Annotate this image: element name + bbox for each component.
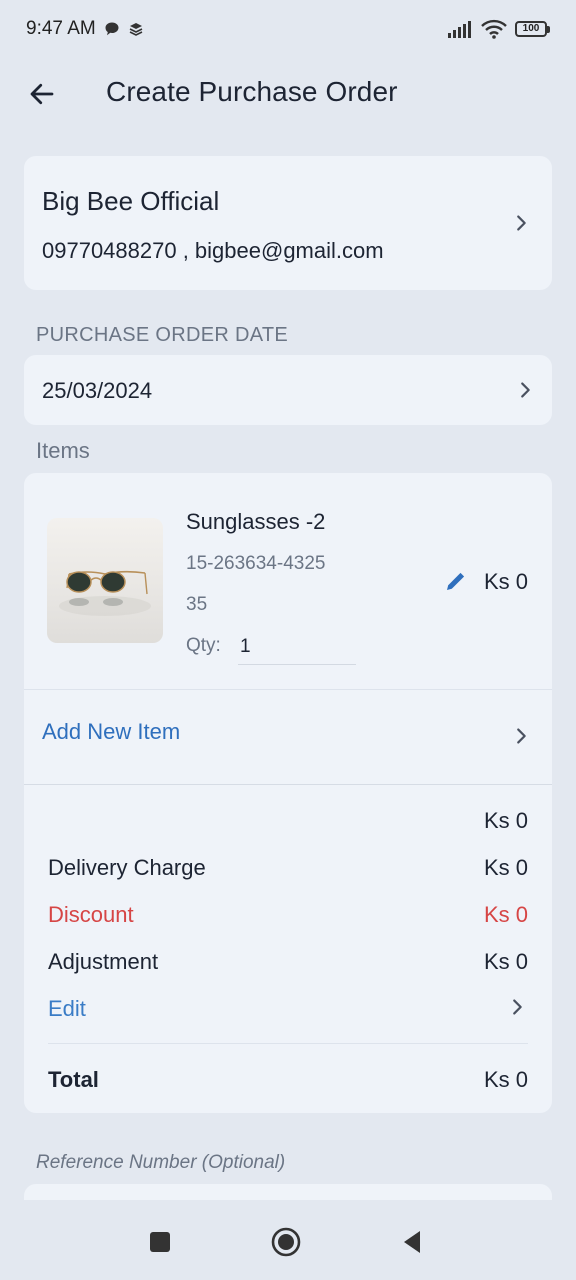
battery-level: 100 [515, 21, 547, 37]
discount-label: Discount [48, 902, 134, 927]
vendor-contact: 09770488270 , bigbee@gmail.com [42, 238, 384, 263]
wifi-icon [481, 19, 507, 39]
battery-icon: 100 [515, 21, 550, 37]
page-title: Create Purchase Order [106, 76, 398, 107]
vendor-name: Big Bee Official [42, 186, 220, 216]
item-name: Sunglasses -2 [186, 509, 326, 534]
discount-row: Discount Ks 0 [48, 902, 528, 932]
delivery-charge-label: Delivery Charge [48, 855, 206, 880]
order-date-value: 25/03/2024 [42, 378, 153, 403]
edit-label: Edit [48, 996, 86, 1021]
adjustment-value: Ks 0 [483, 949, 528, 974]
add-new-item-button[interactable]: Add New Item [24, 689, 552, 785]
order-date-field[interactable]: 25/03/2024 [24, 355, 552, 425]
divider [48, 1043, 528, 1044]
qty-input[interactable] [238, 629, 356, 665]
add-new-item-label: Add New Item [42, 719, 181, 744]
delivery-charge-value: Ks 0 [483, 855, 528, 880]
subtotal-row: Ks 0 [48, 808, 528, 838]
home-button[interactable] [270, 1226, 302, 1258]
divider [24, 784, 552, 785]
qty-label: Qty: [186, 635, 221, 656]
vendor-card[interactable]: Big Bee Official 09770488270 , bigbee@gm… [24, 156, 552, 290]
app-bar: Create Purchase Order [0, 62, 576, 124]
items-card: Sunglasses -2 15-263634-4325 35 Qty: Ks … [24, 473, 552, 1113]
chevron-right-icon [517, 215, 526, 231]
delivery-charge-row: Delivery Charge Ks 0 [48, 855, 528, 885]
chevron-right-icon [513, 999, 522, 1015]
back-nav-button[interactable] [396, 1226, 428, 1258]
circle-icon [271, 1227, 301, 1257]
back-button[interactable] [24, 76, 60, 112]
item-sku: 15-263634-4325 [186, 553, 326, 574]
item-price: Ks 0 [483, 569, 528, 594]
stack-icon [129, 23, 143, 36]
adjustment-row: Adjustment Ks 0 [48, 949, 528, 979]
adjustment-label: Adjustment [48, 949, 159, 974]
total-value: Ks 0 [483, 1067, 528, 1092]
pencil-edit-icon[interactable] [444, 569, 468, 593]
system-nav-bar [0, 1200, 576, 1280]
discount-value: Ks 0 [483, 902, 528, 927]
order-date-label: PURCHASE ORDER DATE [36, 324, 289, 346]
status-time: 9:47 AM [26, 18, 96, 39]
signal-icon [448, 21, 471, 38]
arrow-left-icon [30, 83, 54, 105]
chevron-right-icon [517, 728, 526, 744]
items-label: Items [36, 438, 90, 463]
status-left: 9:47 AM [26, 18, 144, 40]
total-label: Total [48, 1067, 99, 1092]
chat-bubble-icon [105, 22, 119, 36]
item-code: 35 [186, 594, 208, 615]
edit-charges-button[interactable]: Edit [48, 996, 528, 1026]
total-row: Total Ks 0 [48, 1067, 528, 1097]
sunglasses-image [59, 570, 151, 616]
reference-number-label: Reference Number (Optional) [36, 1152, 286, 1173]
recent-apps-button[interactable] [144, 1226, 176, 1258]
battery-tip [547, 25, 550, 33]
square-icon [150, 1232, 170, 1252]
status-right: 100 [447, 19, 550, 39]
status-bar: 9:47 AM 100 [0, 0, 576, 58]
triangle-back-icon [404, 1231, 420, 1253]
sunglasses-product-image [47, 518, 163, 643]
subtotal-value: Ks 0 [483, 808, 528, 833]
chevron-right-icon [521, 382, 530, 398]
